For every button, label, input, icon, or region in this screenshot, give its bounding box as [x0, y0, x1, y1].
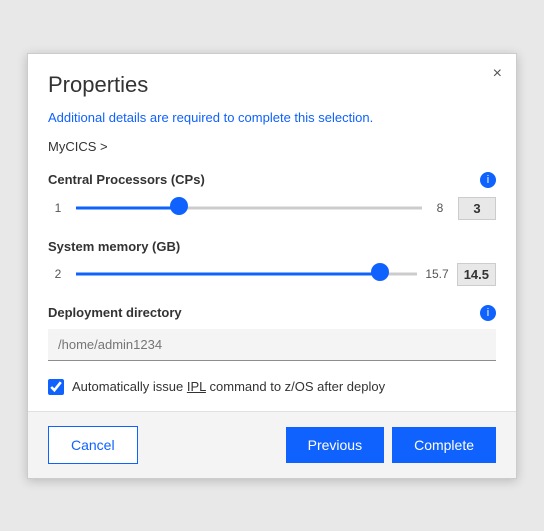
memory-max-value: 15.7 [425, 267, 448, 281]
cpu-slider[interactable] [76, 196, 422, 216]
modal-footer: Cancel Previous Complete [28, 411, 516, 478]
deployment-dir-label-row: Deployment directory i [48, 305, 496, 321]
memory-label-row: System memory (GB) [48, 239, 496, 254]
cpu-info-icon[interactable]: i [480, 172, 496, 188]
complete-button[interactable]: Complete [392, 427, 496, 463]
modal-dialog: Properties × Additional details are requ… [27, 53, 517, 479]
breadcrumb: MyCICS > [48, 139, 496, 154]
ipl-checkbox-row: Automatically issue IPL command to z/OS … [48, 379, 496, 395]
subtitle-text: Additional details are required to compl… [48, 110, 496, 125]
deployment-dir-info-icon[interactable]: i [480, 305, 496, 321]
cpu-min-value: 1 [48, 201, 68, 215]
modal-body: Additional details are required to compl… [28, 110, 516, 411]
memory-label: System memory (GB) [48, 239, 180, 254]
cpu-max-value: 8 [430, 201, 450, 215]
cpu-label-row: Central Processors (CPs) i [48, 172, 496, 188]
ipl-checkbox[interactable] [48, 379, 64, 395]
cpu-current-value: 3 [458, 197, 496, 220]
cpu-range-container [76, 196, 422, 221]
cpu-slider-row: 1 8 3 [48, 196, 496, 221]
cpu-label: Central Processors (CPs) [48, 172, 205, 187]
cancel-button[interactable]: Cancel [48, 426, 138, 464]
memory-current-value: 14.5 [457, 263, 496, 286]
previous-button[interactable]: Previous [286, 427, 384, 463]
deployment-dir-group: Deployment directory i [48, 305, 496, 361]
close-button[interactable]: × [493, 66, 502, 82]
modal-title: Properties [48, 72, 496, 98]
deployment-dir-label: Deployment directory [48, 305, 182, 320]
memory-slider[interactable] [76, 262, 417, 282]
memory-field-group: System memory (GB) 2 15.7 14.5 [48, 239, 496, 287]
ipl-label-link: IPL [187, 379, 206, 394]
ipl-checkbox-label[interactable]: Automatically issue IPL command to z/OS … [72, 379, 385, 394]
memory-min-value: 2 [48, 267, 68, 281]
cpu-field-group: Central Processors (CPs) i 1 8 3 [48, 172, 496, 221]
memory-range-container [76, 262, 417, 287]
deployment-dir-input[interactable] [48, 329, 496, 361]
memory-slider-row: 2 15.7 14.5 [48, 262, 496, 287]
modal-header: Properties × [28, 54, 516, 98]
nav-buttons: Previous Complete [286, 427, 496, 463]
ipl-label-prefix: Automatically issue [72, 379, 187, 394]
ipl-label-suffix: command to z/OS after deploy [206, 379, 385, 394]
modal-overlay: Properties × Additional details are requ… [0, 0, 544, 531]
